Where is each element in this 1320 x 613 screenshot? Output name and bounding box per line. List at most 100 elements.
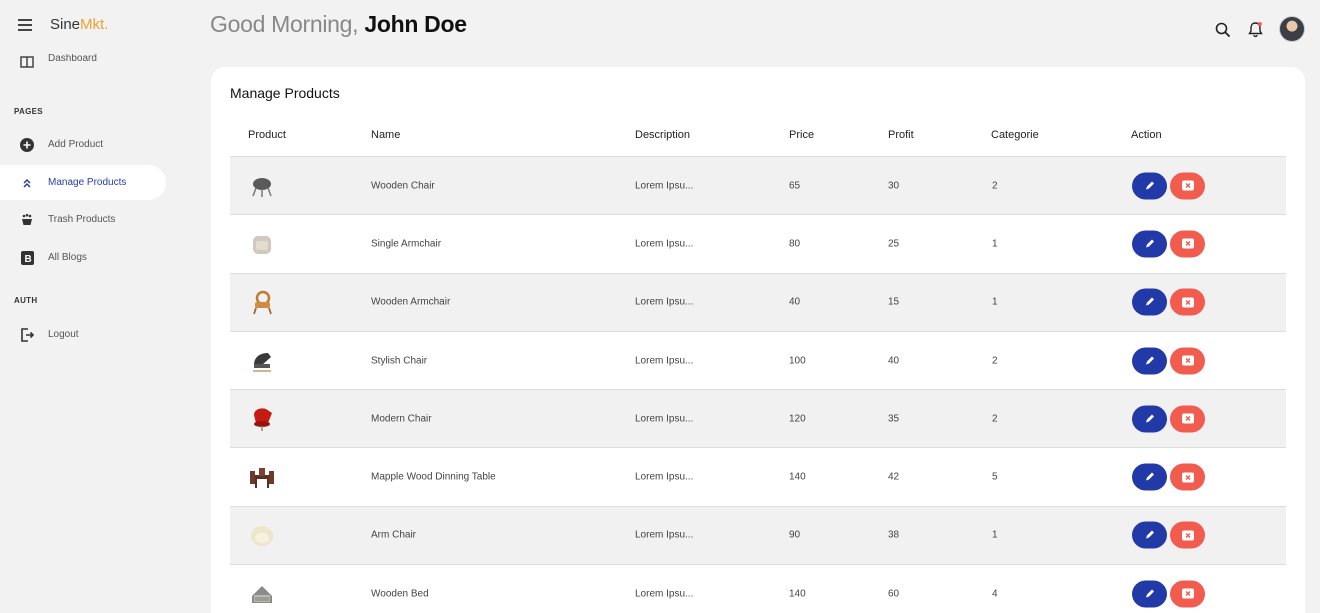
sidebar-item-logout[interactable]: Logout [0, 317, 166, 352]
column-header-product[interactable]: Product [248, 129, 286, 141]
pencil-icon [1146, 181, 1154, 190]
product-image [248, 405, 276, 433]
edit-button[interactable] [1132, 288, 1167, 316]
table-row: Stylish Chair Lorem Ipsu... 100 40 2 [230, 330, 1286, 389]
delete-button[interactable] [1170, 288, 1205, 316]
table-row: Modern Chair Lorem Ipsu... 120 35 2 [230, 389, 1286, 448]
pencil-icon [1146, 356, 1154, 365]
product-description: Lorem Ipsu... [635, 413, 694, 425]
column-header-category[interactable]: Categorie [991, 129, 1039, 141]
edit-button[interactable] [1132, 347, 1167, 375]
product-name: Mapple Wood Dinning Table [371, 471, 496, 483]
delete-button[interactable] [1170, 347, 1205, 375]
delete-x-icon [1181, 297, 1194, 308]
delete-button[interactable] [1170, 521, 1205, 549]
hamburger-menu-icon[interactable] [18, 19, 32, 31]
product-image [248, 521, 276, 549]
edit-button[interactable] [1132, 230, 1167, 258]
product-category: 5 [992, 471, 998, 483]
product-image [248, 230, 276, 258]
sidebar-item-label: Add Product [48, 139, 104, 150]
product-profit: 15 [888, 296, 900, 308]
sidebar-item-add-product[interactable]: Add Product [0, 127, 166, 162]
product-description: Lorem Ipsu... [635, 238, 694, 250]
sidebar-item-dashboard[interactable]: Dashboard [0, 54, 166, 80]
edit-button[interactable] [1132, 405, 1167, 433]
product-name: Wooden Bed [371, 588, 429, 600]
product-description: Lorem Ipsu... [635, 296, 694, 308]
delete-button[interactable] [1170, 463, 1205, 491]
card-title: Manage Products [230, 85, 340, 101]
edit-button[interactable] [1132, 172, 1167, 200]
sidebar-item-label: All Blogs [48, 252, 87, 263]
table-row: Wooden Bed Lorem Ipsu... 140 60 4 [230, 564, 1286, 613]
product-price: 65 [789, 180, 801, 192]
product-profit: 35 [888, 413, 900, 425]
product-category: 2 [992, 180, 998, 192]
product-name: Modern Chair [371, 413, 432, 425]
pencil-icon [1146, 414, 1154, 423]
logout-icon [18, 326, 36, 344]
product-image [248, 463, 276, 491]
table-row: Single Armchair Lorem Ipsu... 80 25 1 [230, 214, 1286, 272]
sidebar-item-trash-products[interactable]: Trash Products [0, 202, 166, 237]
product-image [248, 288, 276, 316]
column-header-action: Action [1131, 129, 1162, 141]
edit-button[interactable] [1132, 463, 1167, 491]
delete-x-icon [1181, 238, 1194, 249]
pencil-icon [1146, 530, 1154, 539]
section-label-auth: AUTH [14, 296, 38, 305]
product-name: Wooden Armchair [371, 296, 451, 308]
pencil-icon [1146, 589, 1154, 598]
trash-basket-icon [18, 211, 36, 229]
dashboard-icon [18, 54, 36, 71]
delete-button[interactable] [1170, 230, 1205, 258]
sidebar-item-label: Logout [48, 329, 79, 340]
column-header-price[interactable]: Price [789, 129, 814, 141]
pencil-icon [1146, 239, 1154, 248]
product-price: 40 [789, 296, 801, 308]
sidebar-item-all-blogs[interactable]: B All Blogs [0, 240, 166, 275]
sidebar-item-label: Dashboard [48, 54, 97, 64]
product-price: 100 [789, 355, 806, 367]
user-avatar[interactable] [1279, 16, 1305, 42]
edit-button[interactable] [1132, 580, 1167, 608]
product-category: 1 [992, 238, 998, 250]
delete-x-icon [1181, 530, 1194, 541]
product-image [248, 347, 276, 375]
product-category: 1 [992, 296, 998, 308]
edit-button[interactable] [1132, 521, 1167, 549]
table-row: Wooden Chair Lorem Ipsu... 65 30 2 [230, 156, 1286, 215]
product-name: Single Armchair [371, 238, 442, 250]
sidebar: SineMkt. Dashboard PAGES Add Product Man… [0, 0, 190, 613]
product-profit: 40 [888, 355, 900, 367]
delete-x-icon [1181, 180, 1194, 191]
sidebar-item-label: Trash Products [48, 214, 116, 225]
search-icon[interactable] [1215, 22, 1231, 43]
product-category: 1 [992, 529, 998, 541]
product-image [248, 172, 276, 200]
product-price: 140 [789, 471, 806, 483]
table-row: Wooden Armchair Lorem Ipsu... 40 15 1 [230, 272, 1286, 331]
product-profit: 42 [888, 471, 900, 483]
column-header-name[interactable]: Name [371, 129, 400, 141]
column-header-description[interactable]: Description [635, 129, 690, 141]
delete-button[interactable] [1170, 172, 1205, 200]
product-price: 90 [789, 529, 801, 541]
product-description: Lorem Ipsu... [635, 588, 694, 600]
product-name: Stylish Chair [371, 355, 428, 367]
column-header-profit[interactable]: Profit [888, 129, 914, 141]
notification-bell-icon[interactable] [1248, 21, 1263, 43]
delete-button[interactable] [1170, 405, 1205, 433]
delete-x-icon [1181, 472, 1194, 483]
section-label-pages: PAGES [14, 107, 43, 116]
pencil-icon [1146, 297, 1154, 306]
user-name: John Doe [364, 11, 467, 37]
product-description: Lorem Ipsu... [635, 355, 694, 367]
sidebar-item-manage-products[interactable]: Manage Products [0, 165, 166, 200]
brand-logo[interactable]: SineMkt. [50, 16, 108, 33]
delete-button[interactable] [1170, 580, 1205, 608]
product-name: Arm Chair [371, 529, 417, 541]
product-price: 80 [789, 238, 801, 250]
product-description: Lorem Ipsu... [635, 529, 694, 541]
